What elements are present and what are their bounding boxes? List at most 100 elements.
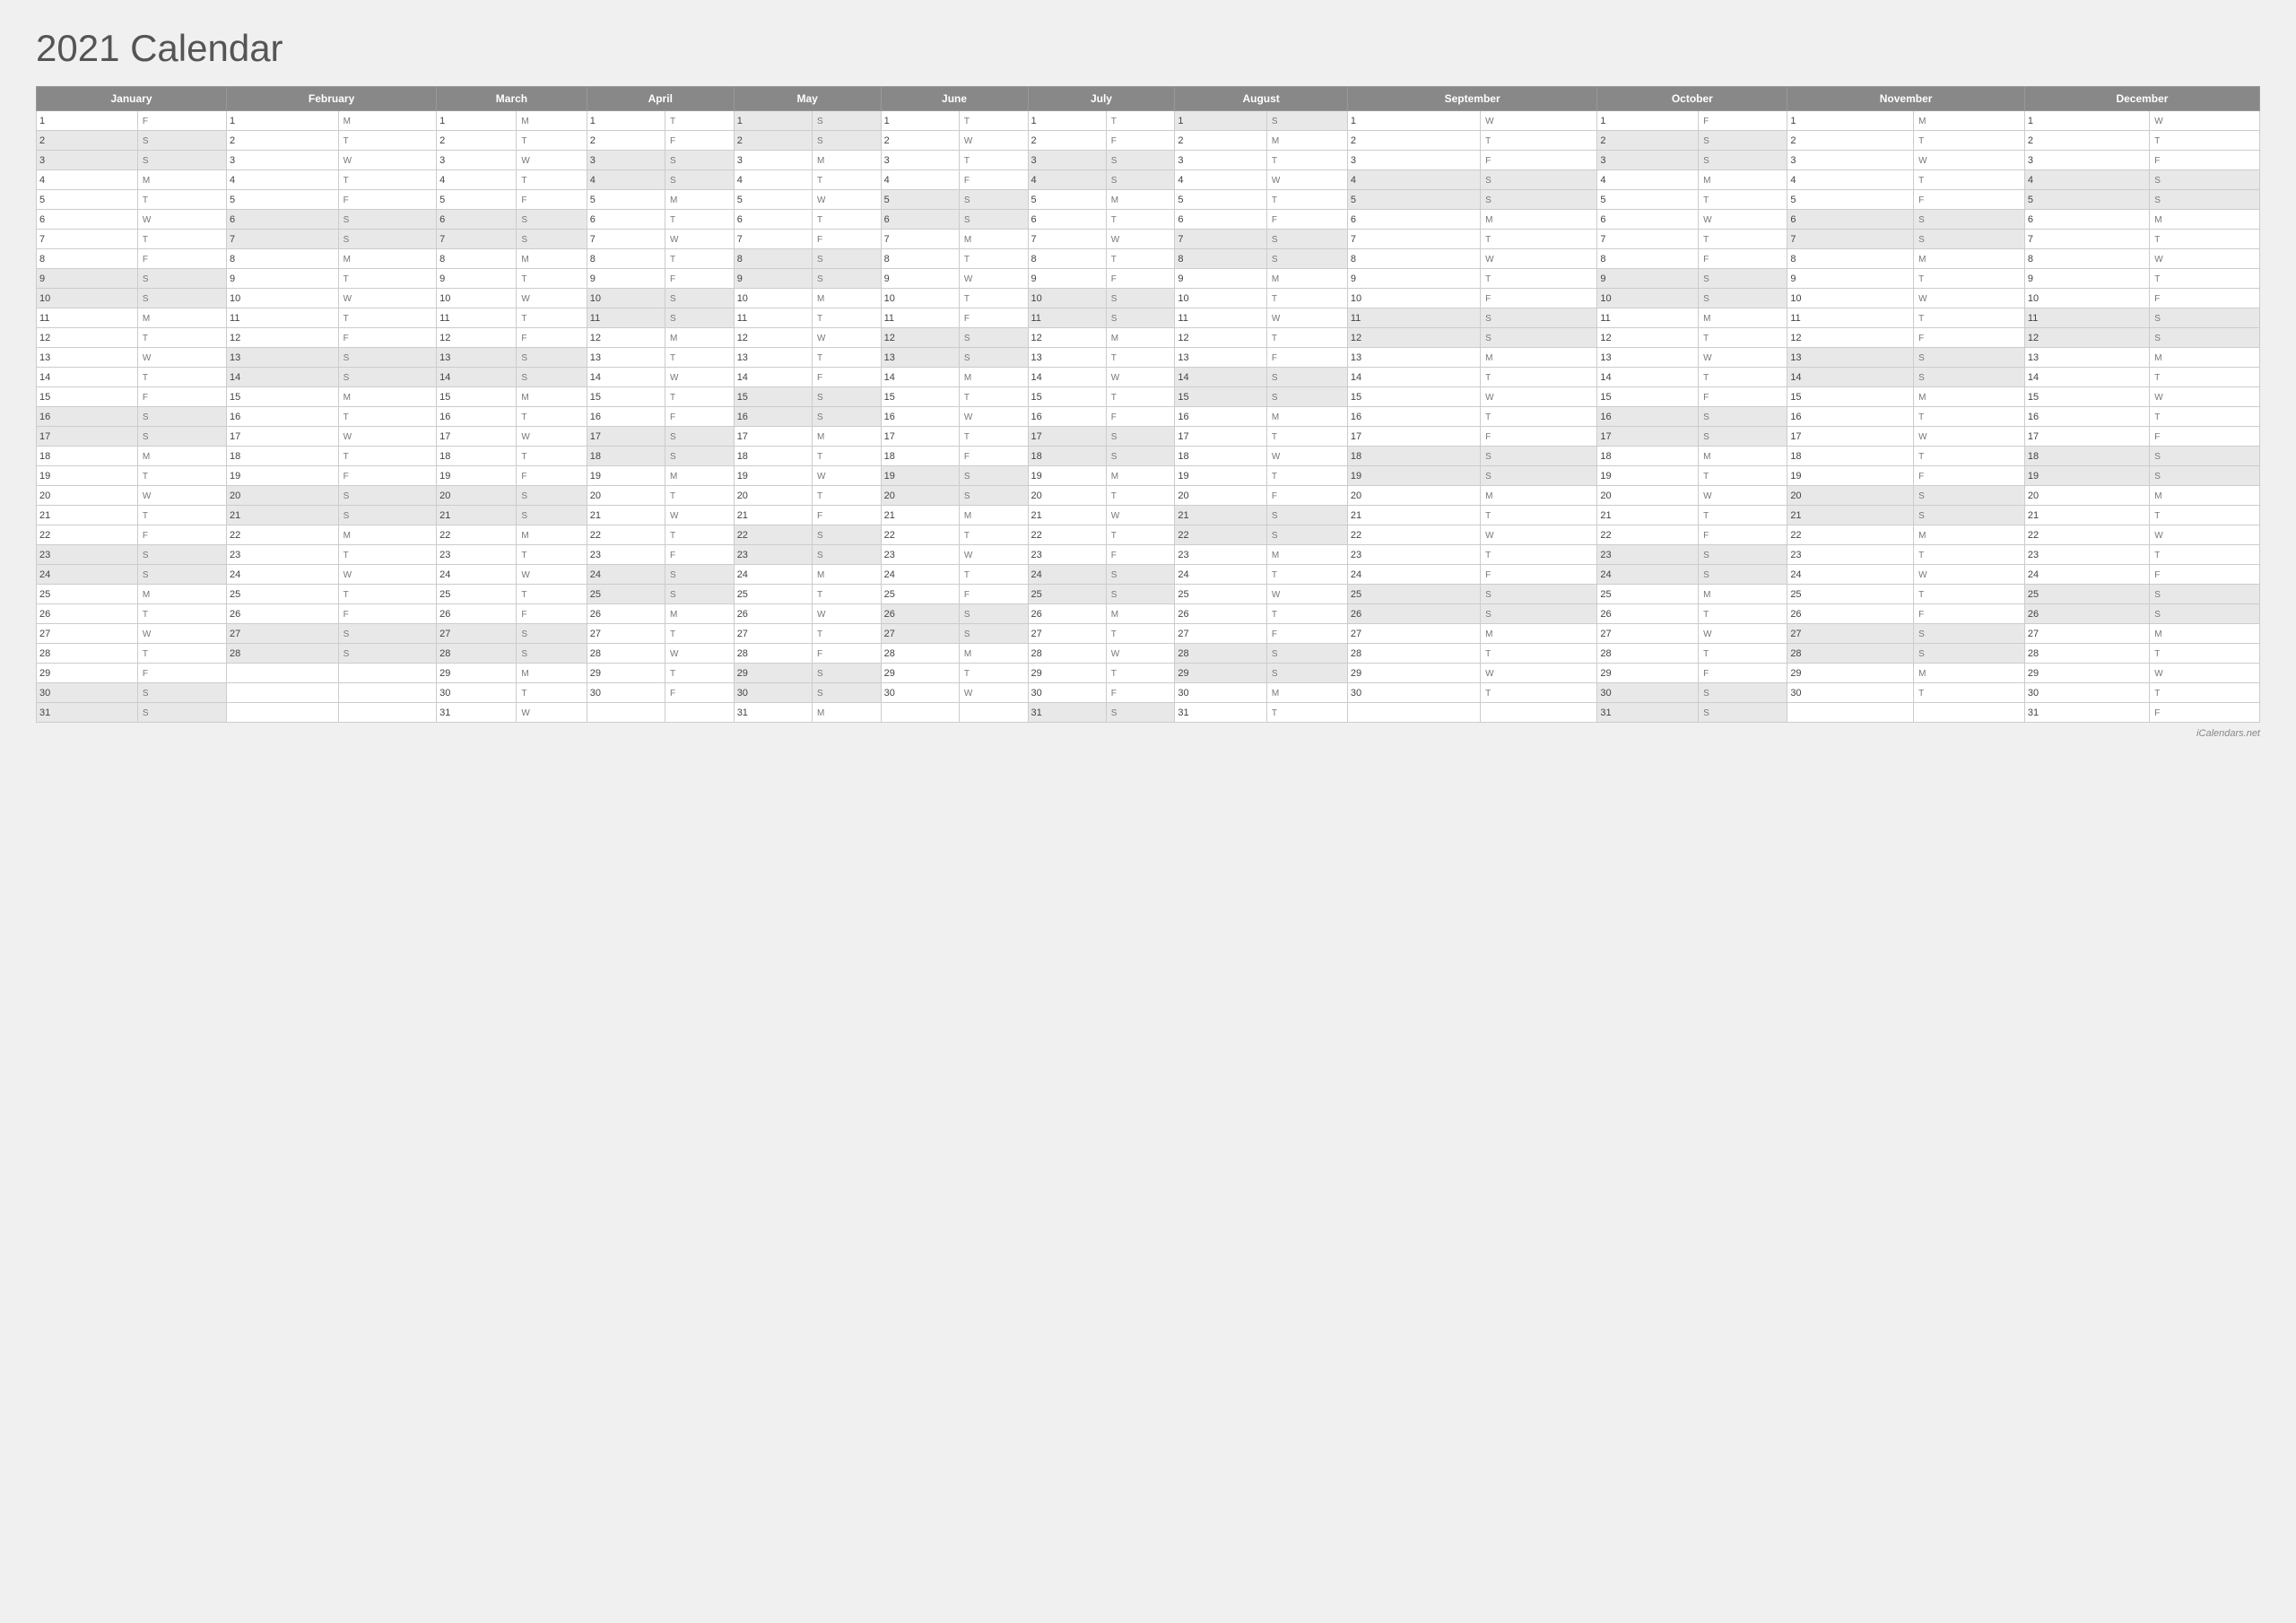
day-number: 10 (1175, 289, 1266, 308)
day-letter: T (338, 545, 437, 565)
day-letter: F (2150, 703, 2260, 723)
day-letter: S (1699, 565, 1787, 585)
day-letter: S (2150, 308, 2260, 328)
day-letter: S (812, 387, 881, 407)
day-number: 9 (2024, 269, 2149, 289)
day-number: 19 (881, 466, 959, 486)
day-letter: M (1481, 210, 1597, 230)
day-letter: T (517, 545, 587, 565)
day-number: 18 (587, 447, 665, 466)
day-number: 17 (1028, 427, 1106, 447)
day-letter: T (2150, 368, 2260, 387)
day-letter: M (812, 703, 881, 723)
day-number: 17 (227, 427, 339, 447)
day-number: 8 (1028, 249, 1106, 269)
day-letter: S (517, 644, 587, 664)
day-letter: T (2150, 683, 2260, 703)
day-number: 8 (227, 249, 339, 269)
day-letter: T (959, 249, 1028, 269)
day-number: 13 (2024, 348, 2149, 368)
day-number: 7 (1787, 230, 1914, 249)
day-letter: T (137, 328, 226, 348)
day-letter: S (1106, 289, 1175, 308)
day-letter: S (2150, 447, 2260, 466)
day-number: 6 (587, 210, 665, 230)
day-letter: T (2150, 506, 2260, 525)
day-letter: F (2150, 289, 2260, 308)
month-header-april: April (587, 87, 734, 111)
day-letter: W (1266, 585, 1347, 604)
day-number: 13 (1597, 348, 1699, 368)
day-letter: M (338, 111, 437, 131)
day-number: 11 (881, 308, 959, 328)
day-number: 12 (1028, 328, 1106, 348)
day-letter: T (517, 447, 587, 466)
day-number: 8 (587, 249, 665, 269)
day-letter: F (2150, 565, 2260, 585)
day-number: 6 (1028, 210, 1106, 230)
day-number: 16 (587, 407, 665, 427)
day-letter: M (812, 151, 881, 170)
day-number: 28 (1347, 644, 1480, 664)
day-number: 17 (1175, 427, 1266, 447)
day-letter: W (517, 289, 587, 308)
day-number: 12 (227, 328, 339, 348)
day-number: 27 (37, 624, 138, 644)
footer-text: iCalendars.net (36, 728, 2260, 739)
day-number: 7 (1175, 230, 1266, 249)
day-number: 13 (37, 348, 138, 368)
day-number: 3 (1028, 151, 1106, 170)
day-number: 21 (1175, 506, 1266, 525)
month-header-december: December (2024, 87, 2259, 111)
day-number: 9 (1597, 269, 1699, 289)
day-number: 21 (587, 506, 665, 525)
day-number: 11 (1175, 308, 1266, 328)
day-letter: F (137, 111, 226, 131)
day-letter: M (137, 585, 226, 604)
day-number: 3 (881, 151, 959, 170)
day-number: 17 (37, 427, 138, 447)
day-letter: T (1699, 328, 1787, 348)
day-letter: M (338, 249, 437, 269)
day-letter: S (338, 230, 437, 249)
day-number: 22 (1597, 525, 1699, 545)
day-letter: F (812, 644, 881, 664)
day-letter: F (137, 525, 226, 545)
day-letter: S (1699, 407, 1787, 427)
day-number: 26 (1787, 604, 1914, 624)
day-number: 11 (37, 308, 138, 328)
day-letter: F (517, 466, 587, 486)
day-number: 21 (1787, 506, 1914, 525)
day-number: 3 (1787, 151, 1914, 170)
day-letter: T (2150, 644, 2260, 664)
day-letter: W (812, 466, 881, 486)
day-letter: M (959, 506, 1028, 525)
day-letter: S (665, 151, 735, 170)
day-number: 5 (37, 190, 138, 210)
day-letter: S (1106, 703, 1175, 723)
day-letter: M (1914, 111, 2025, 131)
day-number: 5 (2024, 190, 2149, 210)
day-number: 21 (2024, 506, 2149, 525)
day-number: 18 (881, 447, 959, 466)
day-number: 25 (37, 585, 138, 604)
day-number: 6 (37, 210, 138, 230)
day-letter: F (1266, 348, 1347, 368)
day-letter: M (517, 387, 587, 407)
day-number: 21 (734, 506, 812, 525)
day-number: 1 (734, 111, 812, 131)
day-letter: S (1266, 506, 1347, 525)
day-number: 22 (734, 525, 812, 545)
day-letter: T (1106, 111, 1175, 131)
day-number: 14 (37, 368, 138, 387)
day-letter: T (338, 131, 437, 151)
day-number: 15 (1347, 387, 1480, 407)
day-letter: S (959, 486, 1028, 506)
day-letter: T (1914, 447, 2025, 466)
day-letter: W (665, 230, 735, 249)
day-letter: T (812, 348, 881, 368)
day-number: 7 (37, 230, 138, 249)
month-header-january: January (37, 87, 227, 111)
day-letter: S (1699, 289, 1787, 308)
day-number: 19 (1347, 466, 1480, 486)
